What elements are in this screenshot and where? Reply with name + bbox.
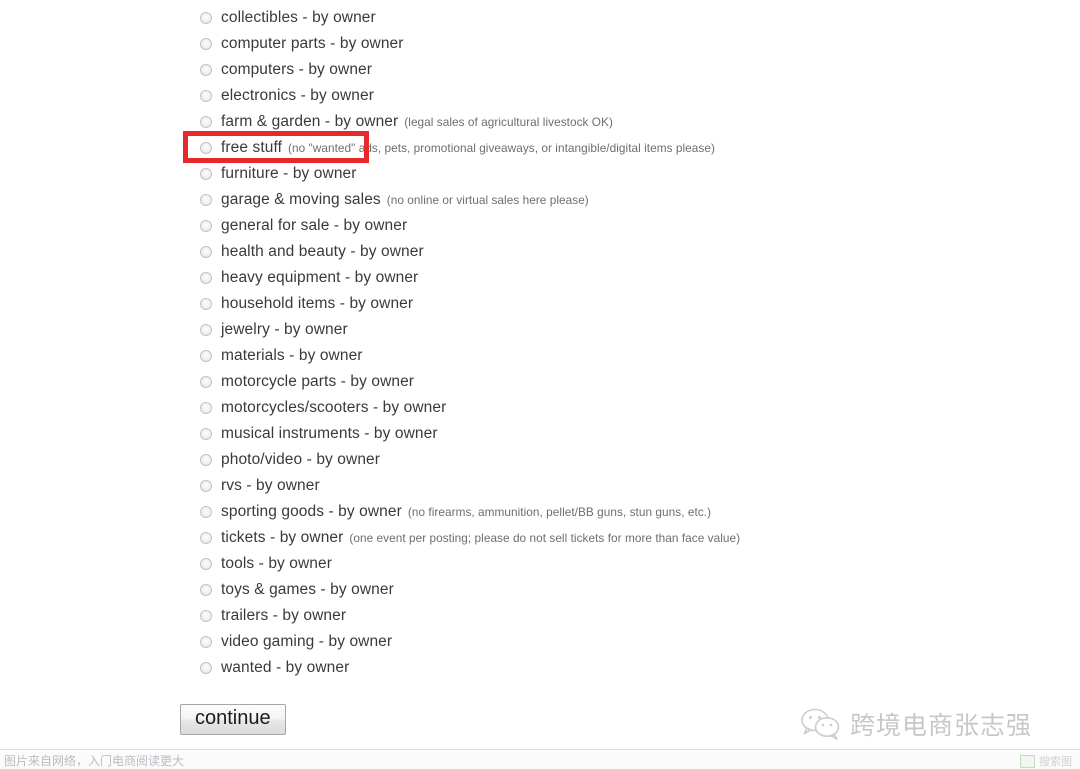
category-row[interactable]: health and beauty - by owner (200, 239, 1060, 265)
category-row[interactable]: tools - by owner (200, 551, 1060, 577)
watermark-text: 跨境电商张志强 (850, 711, 1033, 740)
category-radio-button[interactable] (200, 90, 212, 102)
category-radio-button[interactable] (200, 116, 212, 128)
category-label[interactable]: trailers - by owner (221, 603, 346, 629)
category-radio-button[interactable] (200, 610, 212, 622)
category-radio-button[interactable] (200, 272, 212, 284)
category-label[interactable]: tickets - by owner (221, 525, 343, 551)
category-row[interactable]: jewelry - by owner (200, 317, 1060, 343)
category-row[interactable]: electronics - by owner (200, 83, 1060, 109)
category-note: (legal sales of agricultural livestock O… (404, 115, 613, 129)
continue-button[interactable]: continue (180, 704, 286, 735)
category-note: (no firearms, ammunition, pellet/BB guns… (407, 505, 712, 519)
category-label[interactable]: electronics - by owner (221, 83, 374, 109)
category-row[interactable]: farm & garden - by owner (legal sales of … (200, 109, 1060, 135)
category-radio-button[interactable] (200, 220, 212, 232)
category-row[interactable]: motorcycle parts - by owner (200, 369, 1060, 395)
category-radio-button[interactable] (200, 402, 212, 414)
category-note: (no "wanted" ads, pets, promotional give… (288, 141, 715, 155)
category-note: (one event per posting; please do not se… (349, 531, 741, 545)
category-radio-list: collectibles - by owner computer parts - … (200, 5, 1060, 681)
category-row[interactable]: video gaming - by owner (200, 629, 1060, 655)
category-radio-button[interactable] (200, 194, 212, 206)
category-label[interactable]: motorcycle parts - by owner (221, 369, 414, 395)
category-row[interactable]: toys & games - by owner (200, 577, 1060, 603)
category-row[interactable]: photo/video - by owner (200, 447, 1060, 473)
category-radio-button[interactable] (200, 506, 212, 518)
category-label[interactable]: sporting goods - by owner (221, 499, 402, 525)
category-label[interactable]: general for sale - by owner (221, 213, 407, 239)
category-radio-button[interactable] (200, 454, 212, 466)
category-radio-button[interactable] (200, 64, 212, 76)
category-label[interactable]: computers - by owner (221, 57, 372, 83)
category-row[interactable]: trailers - by owner (200, 603, 1060, 629)
category-radio-button[interactable] (200, 350, 212, 362)
category-radio-button[interactable] (200, 558, 212, 570)
category-radio-button[interactable] (200, 662, 212, 674)
category-radio-button[interactable] (200, 168, 212, 180)
category-row[interactable]: sporting goods - by owner (no firearms, a… (200, 499, 1060, 525)
category-row[interactable]: computer parts - by owner (200, 31, 1060, 57)
category-row[interactable]: materials - by owner (200, 343, 1060, 369)
category-row[interactable]: collectibles - by owner (200, 5, 1060, 31)
category-label[interactable]: wanted - by owner (221, 655, 349, 681)
category-label[interactable]: free stuff (221, 135, 282, 161)
category-radio-button[interactable] (200, 480, 212, 492)
category-label[interactable]: tools - by owner (221, 551, 332, 577)
category-row[interactable]: musical instruments - by owner (200, 421, 1060, 447)
category-radio-button[interactable] (200, 324, 212, 336)
category-row[interactable]: tickets - by owner (one event per posting… (200, 525, 1060, 551)
category-row[interactable]: heavy equipment - by owner (200, 265, 1060, 291)
watermark: 跨境电商张志强 (800, 706, 1032, 742)
category-label[interactable]: farm & garden - by owner (221, 109, 398, 135)
category-row[interactable]: garage & moving sales (no online or virtu… (200, 187, 1060, 213)
category-radio-button[interactable] (200, 428, 212, 440)
category-row[interactable]: wanted - by owner (200, 655, 1060, 681)
category-radio-button[interactable] (200, 38, 212, 50)
category-radio-button[interactable] (200, 532, 212, 544)
category-label[interactable]: jewelry - by owner (221, 317, 348, 343)
bottom-strip-text: 图⽚来⾃⽹络，⼊⻔电商阅读更⼤ (4, 754, 185, 768)
category-row[interactable]: household items - by owner (200, 291, 1060, 317)
category-row[interactable]: general for sale - by owner (200, 213, 1060, 239)
category-radio-button[interactable] (200, 584, 212, 596)
category-label[interactable]: video gaming - by owner (221, 629, 392, 655)
category-label[interactable]: furniture - by owner (221, 161, 357, 187)
category-radio-button[interactable] (200, 246, 212, 258)
category-label[interactable]: motorcycles/scooters - by owner (221, 395, 446, 421)
category-label[interactable]: collectibles - by owner (221, 5, 376, 31)
category-label[interactable]: toys & games - by owner (221, 577, 394, 603)
category-label[interactable]: household items - by owner (221, 291, 413, 317)
category-row[interactable]: computers - by owner (200, 57, 1060, 83)
category-label[interactable]: heavy equipment - by owner (221, 265, 418, 291)
category-label[interactable]: rvs - by owner (221, 473, 320, 499)
bottom-chrome-strip: 图⽚来⾃⽹络，⼊⻔电商阅读更⼤ 搜索图 (0, 749, 1080, 769)
category-label[interactable]: materials - by owner (221, 343, 363, 369)
wechat-icon (801, 708, 840, 740)
category-radio-button[interactable] (200, 636, 212, 648)
bottom-strip-button-icon (1020, 754, 1035, 768)
category-row[interactable]: furniture - by owner (200, 161, 1060, 187)
category-radio-button[interactable] (200, 142, 212, 154)
category-note: (no online or virtual sales here please) (386, 193, 589, 207)
page-root: collectibles - by owner computer parts - … (0, 0, 1080, 769)
category-radio-button[interactable] (200, 12, 212, 24)
category-row[interactable]: rvs - by owner (200, 473, 1060, 499)
bottom-strip-button-label: 搜索图 (1039, 755, 1072, 768)
category-radio-button[interactable] (200, 376, 212, 388)
bottom-strip-button[interactable]: 搜索图 (1020, 753, 1072, 769)
category-label[interactable]: computer parts - by owner (221, 31, 404, 57)
category-row[interactable]: free stuff (no "wanted" ads, pets, promot… (200, 135, 1060, 161)
category-label[interactable]: garage & moving sales (221, 187, 381, 213)
category-label[interactable]: photo/video - by owner (221, 447, 380, 473)
category-label[interactable]: health and beauty - by owner (221, 239, 424, 265)
category-radio-button[interactable] (200, 298, 212, 310)
category-label[interactable]: musical instruments - by owner (221, 421, 438, 447)
category-row[interactable]: motorcycles/scooters - by owner (200, 395, 1060, 421)
